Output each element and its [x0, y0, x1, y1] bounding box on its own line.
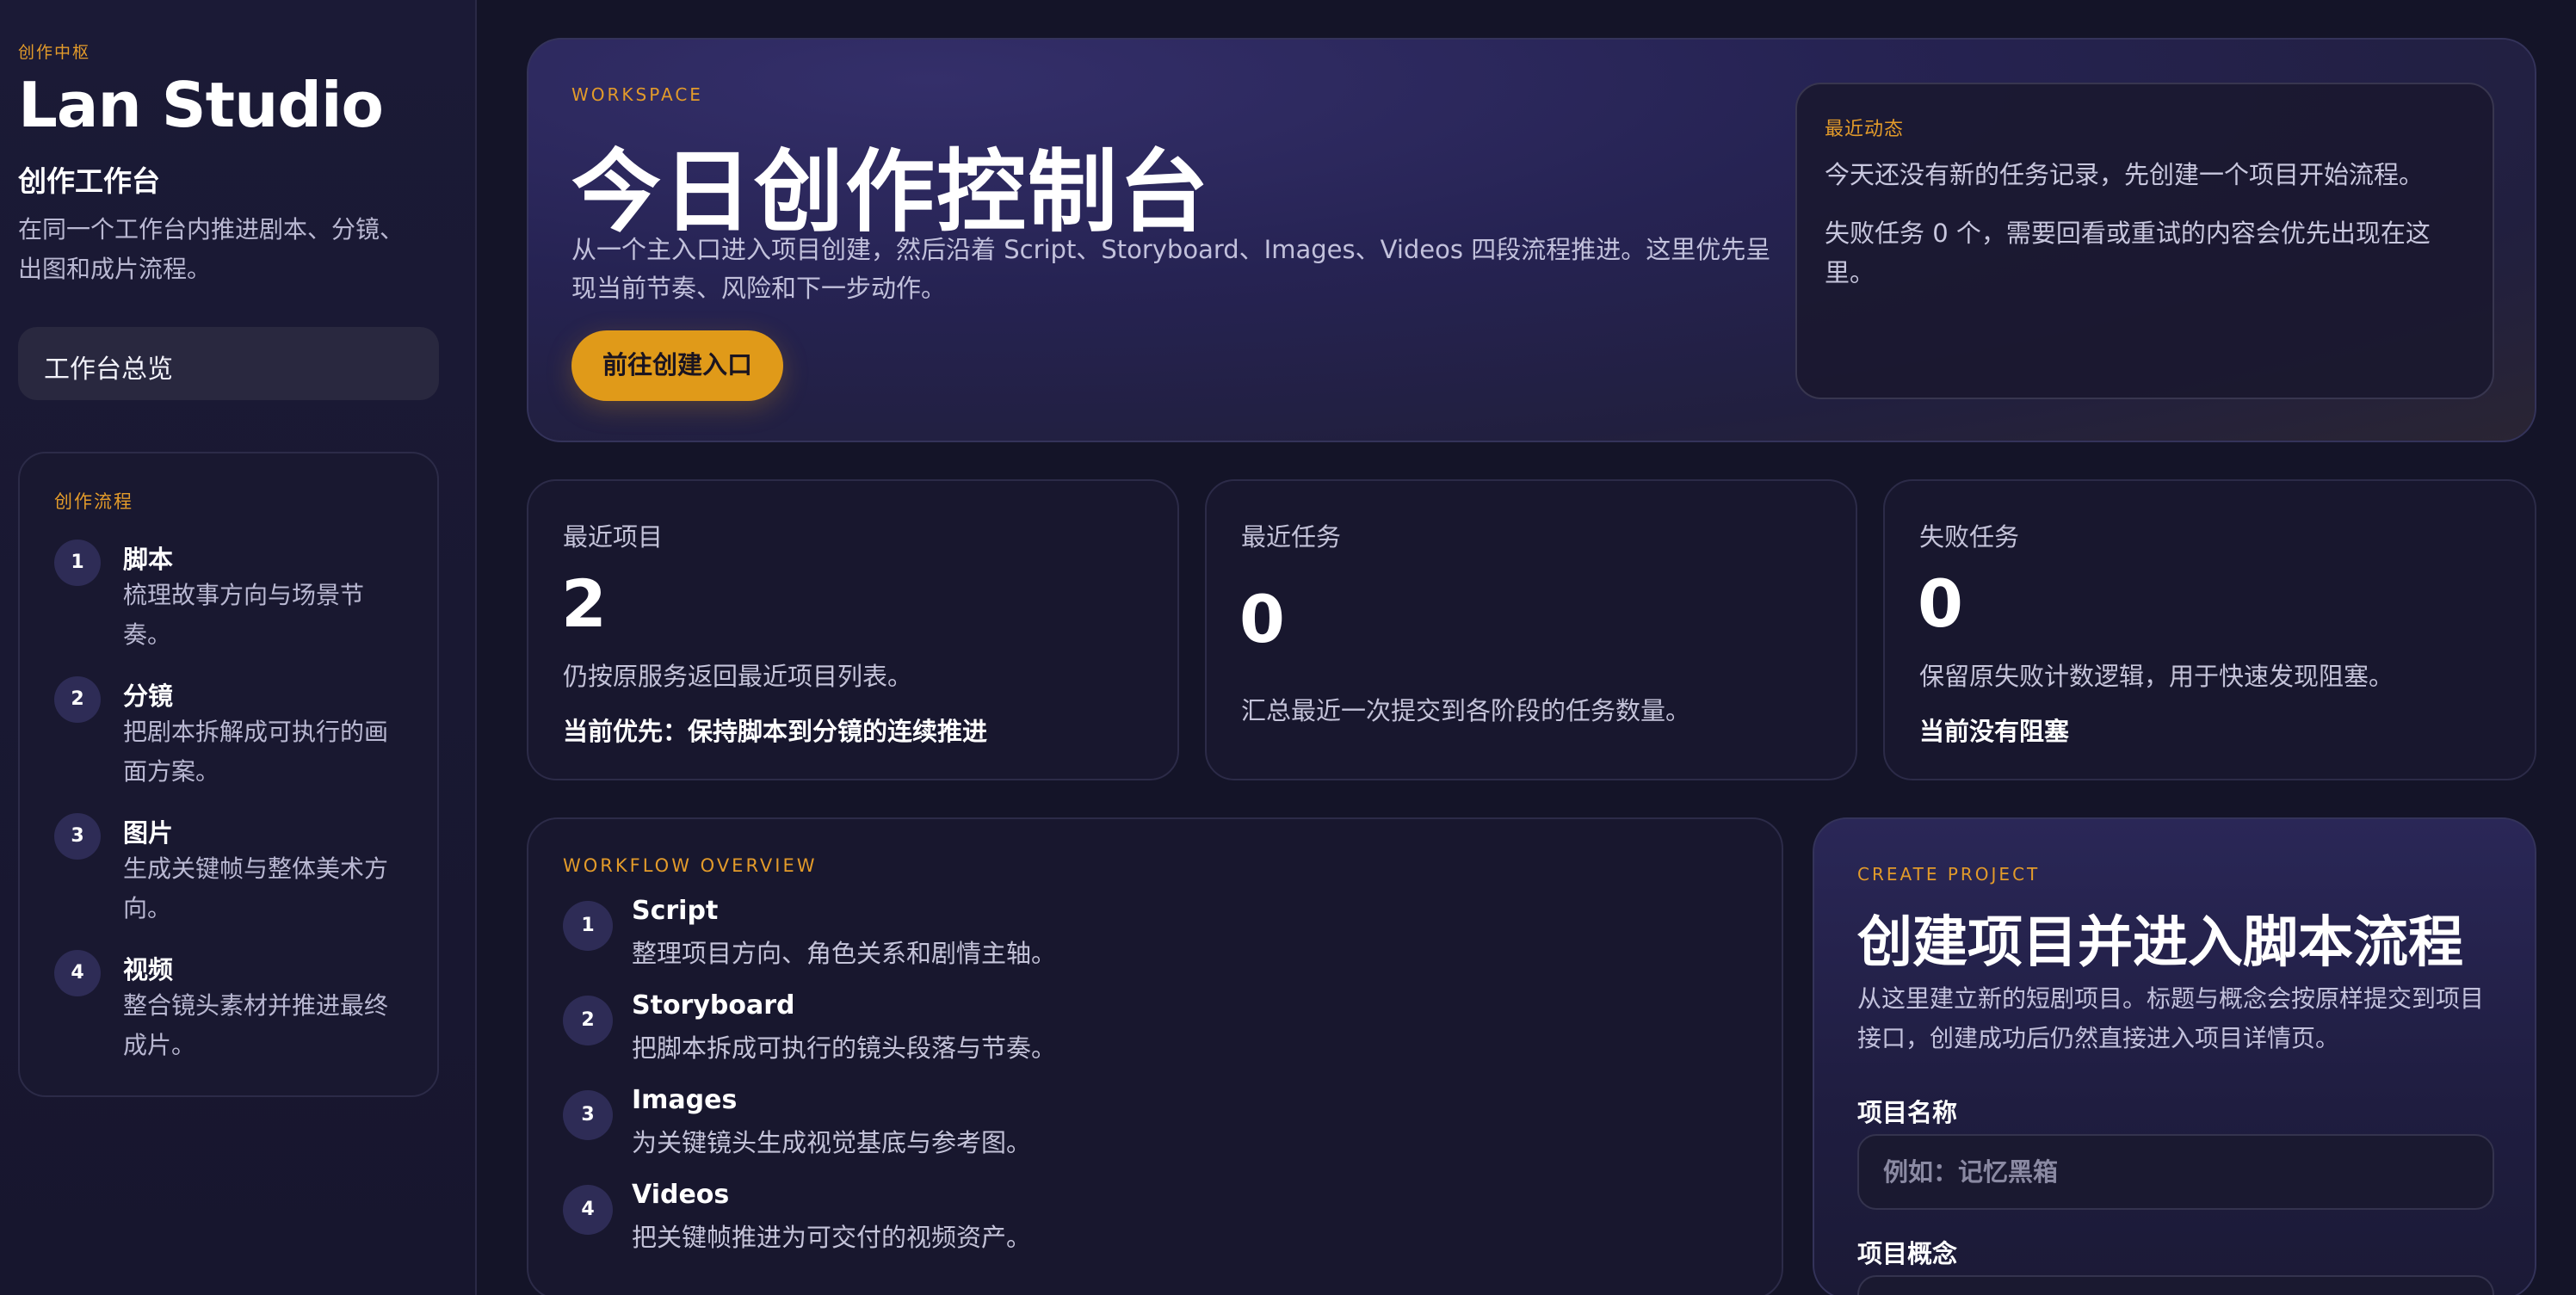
project-name-label: 项目名称: [1857, 1098, 1958, 1127]
hero-eyebrow: WORKSPACE: [571, 84, 703, 105]
recent-activity-eyebrow: 最近动态: [1825, 119, 1905, 140]
step-title: 分镜: [123, 681, 174, 711]
step-desc: 把关键帧推进为可交付的视频资产。: [632, 1223, 1032, 1252]
step-title: Videos: [632, 1180, 730, 1210]
step-number: 4: [54, 950, 101, 996]
create-project-eyebrow: CREATE PROJECT: [1857, 864, 2041, 885]
stat-description: 汇总最近一次提交到各阶段的任务数量。: [1241, 696, 1691, 725]
stat-description: 保留原失败计数逻辑，用于快速发现阻塞。: [1919, 662, 2394, 691]
step-number: 1: [54, 540, 101, 586]
create-project-description: 从这里建立新的短剧项目。标题与概念会按原样提交到项目接口，创建成功后仍然直接进入…: [1857, 984, 2485, 1052]
step-desc: 整理项目方向、角色关系和剧情主轴。: [632, 939, 1057, 968]
app-title: Lan Studio: [18, 69, 384, 141]
step-desc: 生成关键帧与整体美术方向。: [123, 854, 389, 922]
flow-eyebrow: 创作流程: [54, 491, 133, 512]
step-number: 4: [563, 1185, 613, 1235]
recent-activity-panel: 最近动态 今天还没有新的任务记录，先创建一个项目开始流程。 失败任务 0 个，需…: [1795, 83, 2494, 399]
project-concept-textarea[interactable]: [1857, 1275, 2494, 1295]
sidebar: 创作中枢 Lan Studio 创作工作台 在同一个工作台内推进剧本、分镜、出图…: [0, 0, 477, 1295]
step-title: Storyboard: [632, 990, 795, 1021]
step-number: 1: [563, 901, 613, 951]
stat-card-recent-projects: 最近项目 2 仍按原服务返回最近项目列表。 当前优先：保持脚本到分镜的连续推进: [527, 479, 1179, 780]
hero-description: 从一个主入口进入项目创建，然后沿着 Script、Storyboard、Imag…: [571, 235, 1771, 303]
step-desc: 整合镜头素材并推进最终成片。: [123, 991, 389, 1059]
workflow-overview-panel: WORKFLOW OVERVIEW 1 Script 整理项目方向、角色关系和剧…: [527, 817, 1783, 1295]
stat-value: 0: [1918, 565, 1963, 642]
hero-panel: WORKSPACE 今日创作控制台 从一个主入口进入项目创建，然后沿着 Scri…: [527, 38, 2536, 442]
sidebar-subtitle: 创作工作台: [18, 164, 160, 198]
step-desc: 梳理故事方向与场景节奏。: [123, 581, 365, 649]
stat-label: 最近项目: [563, 522, 664, 552]
step-desc: 把脚本拆成可执行的镜头段落与节奏。: [632, 1033, 1057, 1063]
stat-description: 仍按原服务返回最近项目列表。: [563, 662, 913, 691]
stat-note: 当前没有阻塞: [1919, 717, 2070, 746]
stat-value: 0: [1239, 581, 1285, 657]
sidebar-item-overview[interactable]: 工作台总览: [18, 327, 439, 400]
step-title: 视频: [123, 955, 174, 984]
sidebar-description: 在同一个工作台内推进剧本、分镜、出图和成片流程。: [18, 215, 405, 283]
stat-note: 当前优先：保持脚本到分镜的连续推进: [563, 717, 988, 746]
stat-card-failed-tasks: 失败任务 0 保留原失败计数逻辑，用于快速发现阻塞。 当前没有阻塞: [1883, 479, 2536, 780]
creation-flow-panel: 创作流程 1 脚本 梳理故事方向与场景节奏。 2 分镜 把剧本拆解成可执行的画面…: [18, 452, 439, 1097]
project-name-input[interactable]: [1857, 1134, 2494, 1210]
step-desc: 把剧本拆解成可执行的画面方案。: [123, 718, 389, 786]
step-title: Images: [632, 1085, 738, 1115]
step-number: 3: [563, 1090, 613, 1140]
step-number: 2: [54, 676, 101, 723]
step-title: 脚本: [123, 545, 174, 574]
stat-label: 失败任务: [1919, 522, 2020, 552]
stat-card-recent-tasks: 最近任务 0 汇总最近一次提交到各阶段的任务数量。: [1205, 479, 1857, 780]
step-number: 2: [563, 996, 613, 1045]
step-title: 图片: [123, 818, 174, 848]
recent-activity-line: 今天还没有新的任务记录，先创建一个项目开始流程。: [1825, 160, 2425, 189]
sidebar-eyebrow: 创作中枢: [18, 43, 91, 62]
create-project-title: 创建项目并进入脚本流程: [1857, 911, 2463, 975]
stat-label: 最近任务: [1241, 522, 1342, 552]
step-title: Script: [632, 896, 719, 926]
go-create-button[interactable]: 前往创建入口: [571, 330, 783, 401]
step-desc: 为关键镜头生成视觉基底与参考图。: [632, 1128, 1032, 1157]
recent-activity-line: 失败任务 0 个，需要回看或重试的内容会优先出现在这里。: [1825, 219, 2431, 287]
step-number: 3: [54, 813, 101, 860]
workflow-eyebrow: WORKFLOW OVERVIEW: [563, 855, 818, 876]
project-concept-label: 项目概念: [1857, 1239, 1958, 1268]
create-project-panel: CREATE PROJECT 创建项目并进入脚本流程 从这里建立新的短剧项目。标…: [1813, 817, 2536, 1295]
page-title: 今日创作控制台: [571, 139, 1211, 244]
stat-value: 2: [561, 565, 607, 642]
